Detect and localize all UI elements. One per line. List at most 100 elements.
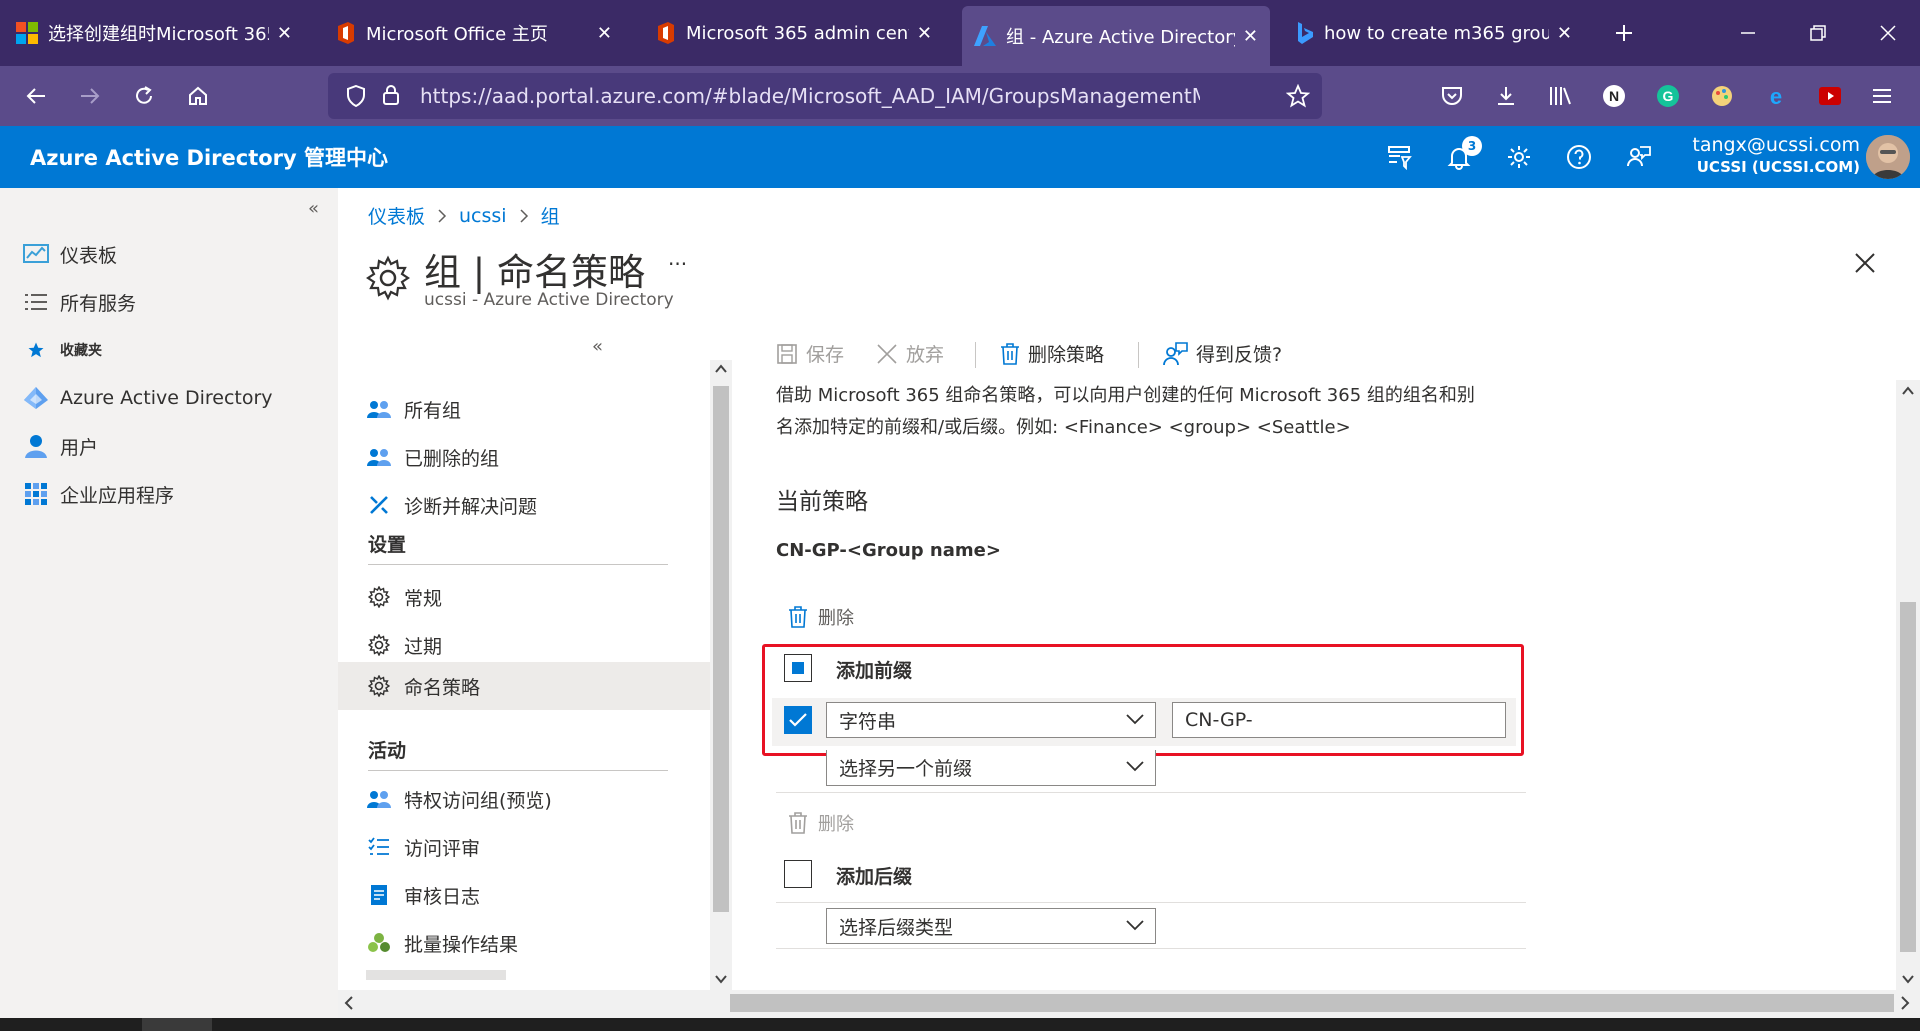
- palette-icon[interactable]: [1702, 76, 1742, 116]
- directory-filter-icon[interactable]: [1382, 140, 1416, 174]
- browser-tab-4-active[interactable]: 组 - Azure Active Directory 管 ✕: [962, 6, 1270, 66]
- account-email: tangx@ucssi.com: [1692, 134, 1860, 156]
- close-icon[interactable]: ✕: [597, 23, 612, 44]
- bookmark-star-icon[interactable]: [1286, 84, 1310, 108]
- browser-tab-5[interactable]: how to create m365 group co ✕: [1284, 0, 1584, 66]
- close-icon[interactable]: ✕: [277, 23, 292, 44]
- back-icon[interactable]: [16, 76, 56, 116]
- pocket-icon[interactable]: [1432, 76, 1472, 116]
- content-scrollbar-thumb[interactable]: [1900, 602, 1916, 952]
- menu-item-diagnose[interactable]: 诊断并解决问题: [366, 482, 537, 528]
- scroll-down-icon[interactable]: [715, 974, 727, 984]
- feedback-icon[interactable]: [1622, 140, 1656, 174]
- menu-item-all-groups[interactable]: 所有组: [366, 386, 461, 432]
- reload-icon[interactable]: [124, 76, 164, 116]
- help-icon[interactable]: [1562, 140, 1596, 174]
- office-logo-icon: [336, 22, 356, 44]
- breadcrumb-dashboard[interactable]: 仪表板: [368, 202, 425, 229]
- scroll-right-icon[interactable]: [1900, 996, 1910, 1010]
- delete-policy-button[interactable]: 删除策略: [1000, 340, 1104, 367]
- close-icon[interactable]: ✕: [1557, 23, 1572, 44]
- download-icon[interactable]: [1486, 76, 1526, 116]
- nav-item-dashboard[interactable]: 仪表板: [22, 240, 117, 268]
- home-icon[interactable]: [178, 76, 218, 116]
- menu-item-label: 访问评审: [404, 837, 481, 860]
- nav-item-enterprise-apps[interactable]: 企业应用程序: [22, 480, 174, 508]
- close-icon[interactable]: ✕: [1243, 26, 1258, 47]
- menu-icon[interactable]: [1862, 76, 1902, 116]
- menu-item-naming-policy[interactable]: 命名策略: [366, 663, 480, 709]
- add-suffix-checkbox[interactable]: [784, 860, 812, 888]
- extension-n-icon[interactable]: N: [1594, 76, 1634, 116]
- restore-icon[interactable]: [1788, 0, 1848, 66]
- account-info[interactable]: tangx@ucssi.com UCSSI (UCSSI.COM): [1692, 134, 1860, 176]
- taskbar-strip: [0, 1018, 1920, 1031]
- suffix-type-dropdown[interactable]: 选择后缀类型: [826, 908, 1156, 944]
- video-extension-icon[interactable]: [1810, 76, 1850, 116]
- grammarly-icon[interactable]: G: [1648, 76, 1688, 116]
- menu-item-audit-logs[interactable]: 审核日志: [366, 872, 480, 918]
- shield-icon[interactable]: [346, 85, 366, 107]
- prefix-row-checkbox[interactable]: [784, 706, 812, 734]
- save-button[interactable]: 保存: [776, 340, 844, 367]
- close-window-icon[interactable]: [1858, 0, 1918, 66]
- menu-item-bulk-results[interactable]: 批量操作结果: [366, 920, 518, 966]
- feedback-button[interactable]: 得到反馈?: [1162, 340, 1282, 367]
- nav-item-favorites[interactable]: 收藏夹: [22, 336, 102, 364]
- content-scrollbar[interactable]: [1896, 380, 1920, 990]
- nav-item-azure-ad[interactable]: Azure Active Directory: [22, 384, 273, 412]
- menu-item-deleted-groups[interactable]: 已删除的组: [366, 434, 499, 480]
- wrench-icon: [366, 492, 392, 518]
- menu-scrollbar[interactable]: [710, 360, 732, 990]
- nav-item-all-services[interactable]: 所有服务: [22, 288, 136, 316]
- collapse-menu-icon[interactable]: «: [592, 336, 603, 357]
- menu-item-privileged-access-groups[interactable]: 特权访问组(预览): [366, 776, 552, 822]
- settings-gear-icon[interactable]: [1502, 140, 1536, 174]
- breadcrumb-groups[interactable]: 组: [541, 202, 560, 229]
- prefix-type-dropdown[interactable]: 字符串: [826, 702, 1156, 738]
- menu-item-general[interactable]: 常规: [366, 574, 442, 620]
- tab-label: Microsoft Office 主页: [366, 24, 548, 45]
- close-icon[interactable]: ✕: [917, 23, 932, 44]
- browser-tab-2[interactable]: Microsoft Office 主页 ✕: [324, 0, 624, 66]
- avatar[interactable]: [1866, 135, 1910, 179]
- forward-icon[interactable]: [70, 76, 110, 116]
- horizontal-scrollbar-thumb[interactable]: [730, 994, 1894, 1012]
- horizontal-scrollbar[interactable]: [338, 990, 1920, 1018]
- notifications-bell-icon[interactable]: 3: [1442, 136, 1482, 174]
- discard-button[interactable]: 放弃: [876, 340, 944, 367]
- address-bar[interactable]: https://aad.portal.azure.com/#blade/Micr…: [328, 73, 1322, 119]
- scroll-up-icon[interactable]: [1902, 386, 1914, 396]
- page-title: 组 | 命名策略: [424, 251, 645, 294]
- close-blade-icon[interactable]: [1854, 252, 1876, 274]
- ie-tab-icon[interactable]: e: [1756, 76, 1796, 116]
- browser-tab-1[interactable]: 选择创建组时Microsoft 365域 ✕: [4, 0, 304, 66]
- url-text[interactable]: https://aad.portal.azure.com/#blade/Micr…: [420, 84, 1200, 108]
- browser-tab-3[interactable]: Microsoft 365 admin center - ✕: [644, 0, 944, 66]
- another-prefix-dropdown[interactable]: 选择另一个前缀: [826, 750, 1156, 786]
- menu-item-label: 常规: [404, 587, 443, 610]
- portal-title[interactable]: Azure Active Directory 管理中心: [30, 142, 388, 172]
- more-options-icon[interactable]: ···: [668, 252, 687, 276]
- menu-scrollbar-thumb[interactable]: [713, 386, 729, 912]
- delete-suffix-button[interactable]: 删除: [788, 810, 854, 836]
- taskbar-item[interactable]: [142, 1018, 212, 1031]
- scroll-down-icon[interactable]: [1902, 974, 1914, 984]
- scroll-left-icon[interactable]: [344, 996, 354, 1010]
- delete-prefix-button[interactable]: 删除: [788, 604, 854, 630]
- prefix-value-input[interactable]: CN-GP-: [1172, 702, 1506, 738]
- breadcrumb-ucssi[interactable]: ucssi: [459, 205, 507, 227]
- add-prefix-checkbox[interactable]: [784, 654, 812, 682]
- menu-item-access-reviews[interactable]: 访问评审: [366, 824, 480, 870]
- scroll-up-icon[interactable]: [715, 364, 727, 374]
- new-tab-icon[interactable]: [1594, 0, 1654, 66]
- nav-item-label: Azure Active Directory: [60, 387, 273, 409]
- minimize-icon[interactable]: [1718, 0, 1778, 66]
- collapse-nav-icon[interactable]: «: [308, 198, 319, 219]
- feedback-label: 得到反馈?: [1196, 344, 1283, 366]
- library-icon[interactable]: [1540, 76, 1580, 116]
- indeterminate-mark: [792, 662, 804, 674]
- lock-icon[interactable]: [382, 84, 400, 106]
- nav-item-users[interactable]: 用户: [22, 432, 98, 460]
- browser-nav-bar: https://aad.portal.azure.com/#blade/Micr…: [0, 66, 1920, 126]
